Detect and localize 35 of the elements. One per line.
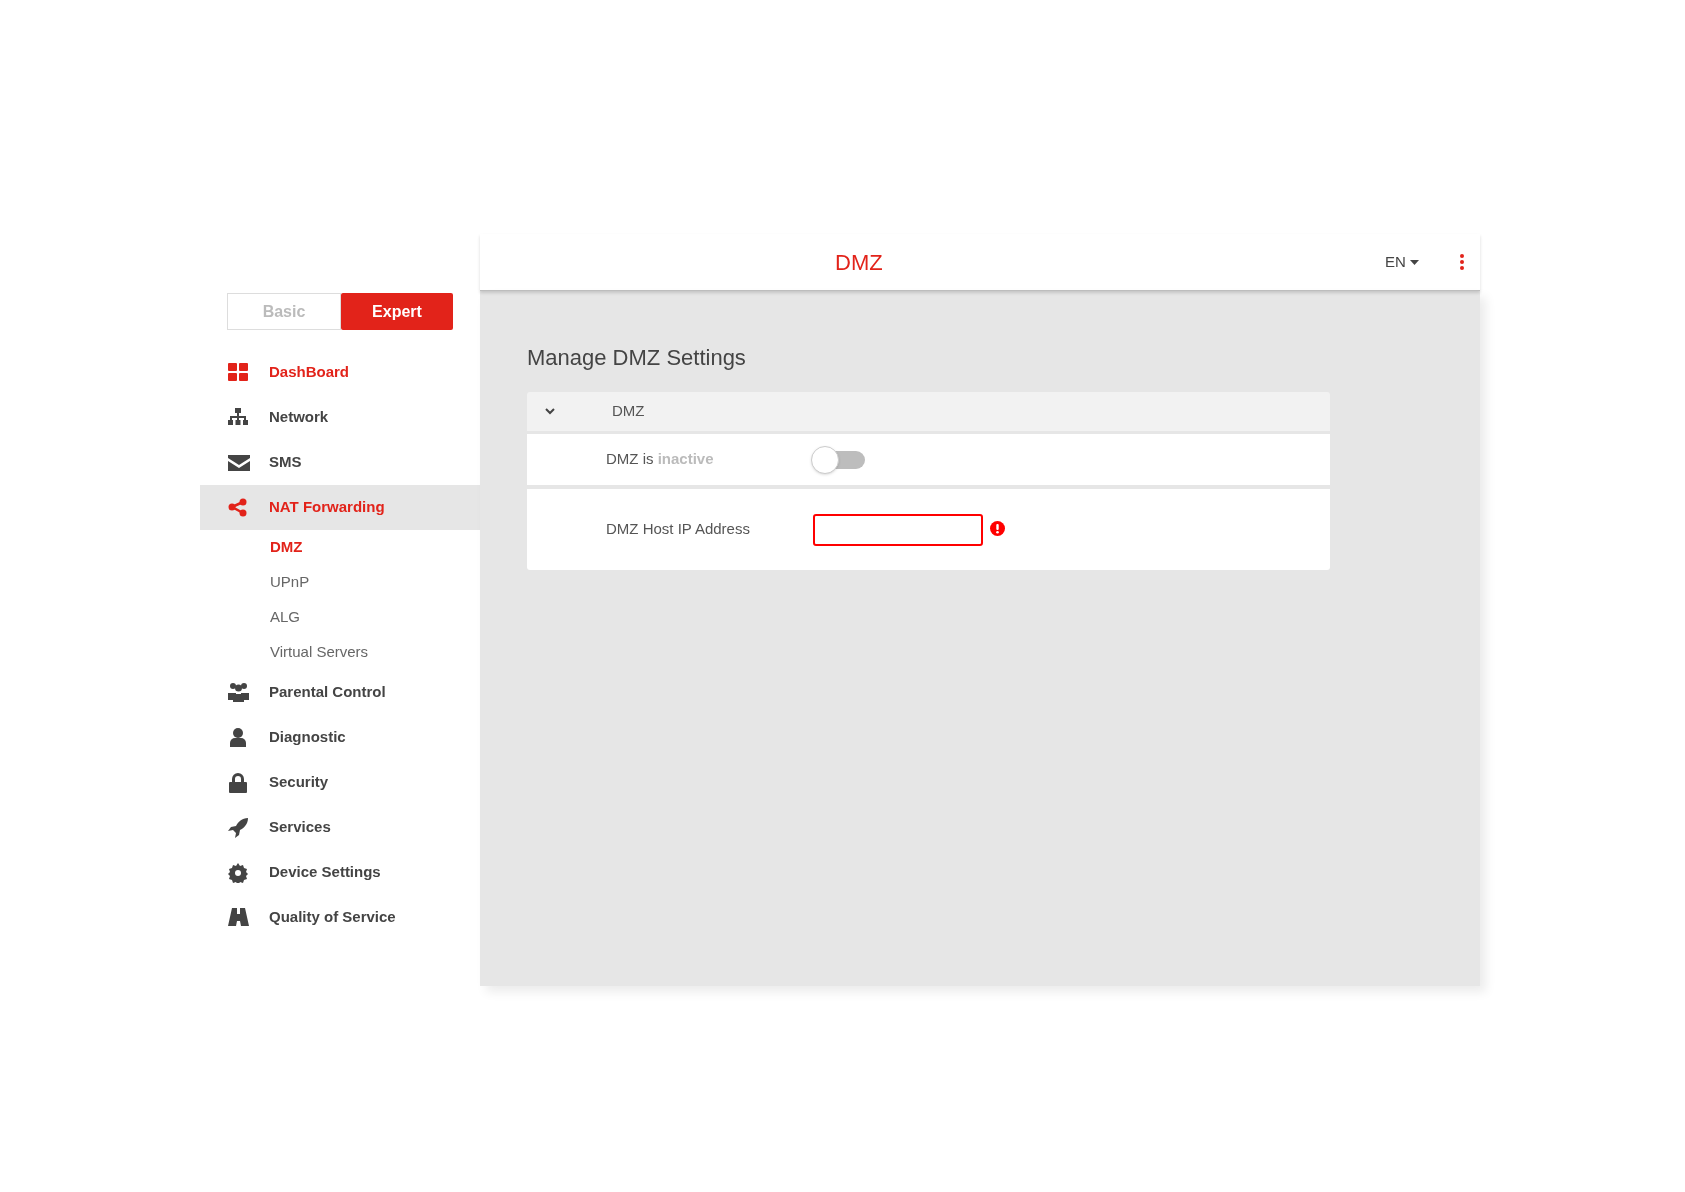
page-title: DMZ	[835, 249, 883, 277]
sidebar-item[interactable]: DashBoard	[200, 350, 480, 395]
sidebar-item[interactable]: Parental Control	[200, 670, 480, 715]
sidebar-item[interactable]: Security	[200, 760, 480, 805]
field-label: DMZ Host IP Address	[606, 519, 751, 540]
caret-icon	[1409, 259, 1419, 265]
sidebar-item[interactable]: Network	[200, 395, 480, 440]
sidebar-item[interactable]: Quality of Service	[200, 895, 480, 940]
sidebar-item[interactable]: NAT Forwarding	[200, 485, 480, 530]
section-header[interactable]: DMZ	[527, 392, 1330, 431]
toggle-switch[interactable]	[811, 445, 865, 474]
submenu-item[interactable]: UPnP	[270, 571, 310, 594]
road-icon	[228, 907, 250, 928]
more-options-icon[interactable]	[1458, 254, 1465, 271]
grid-icon	[228, 362, 250, 383]
envelope-icon	[228, 452, 250, 473]
people-icon	[228, 682, 250, 703]
submenu-item[interactable]: ALG	[270, 606, 300, 629]
mode-tab[interactable]: Expert	[341, 293, 453, 330]
sidebar-item[interactable]: Services	[200, 805, 480, 850]
lock-icon	[228, 772, 250, 793]
language-dropdown[interactable]: EN	[1385, 251, 1419, 274]
ip-input-field[interactable]	[813, 513, 983, 546]
sidebar-item[interactable]: Diagnostic	[200, 715, 480, 760]
chevron-icon	[545, 408, 555, 415]
submenu-item[interactable]: Virtual Servers	[270, 641, 369, 664]
network-icon	[228, 407, 250, 428]
error-icon	[990, 521, 1005, 536]
sidebar-item[interactable]: SMS	[200, 440, 480, 485]
submenu-item[interactable]: DMZ	[270, 536, 303, 559]
status-label: DMZ is inactive	[606, 449, 715, 470]
gear-icon	[228, 862, 250, 883]
rocket-icon	[228, 817, 250, 838]
sidebar-item[interactable]: Device Settings	[200, 850, 480, 895]
section-heading: Manage DMZ Settings	[527, 344, 747, 372]
